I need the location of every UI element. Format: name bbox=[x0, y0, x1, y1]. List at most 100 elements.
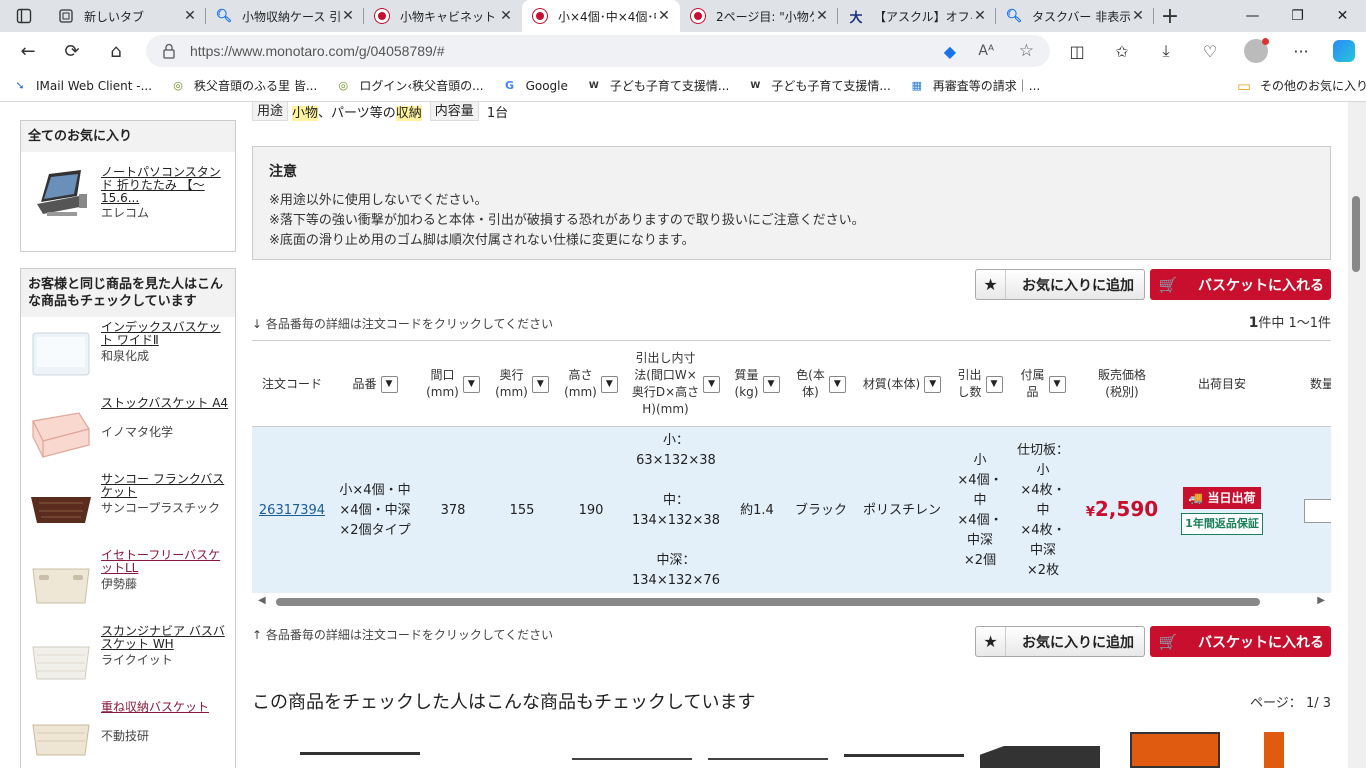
bookmark-4[interactable]: G Google bbox=[502, 78, 568, 94]
recommend-product-image-2[interactable] bbox=[572, 758, 692, 768]
product-name-link[interactable]: スカンジナビア バスバスケット WH bbox=[101, 625, 229, 651]
tab-close-icon[interactable]: ✕ bbox=[814, 8, 830, 24]
product-maker: ライクイット bbox=[101, 653, 173, 667]
recommend-product-image-1[interactable] bbox=[300, 752, 420, 768]
back-button[interactable]: ← bbox=[8, 35, 48, 67]
tab-close-icon[interactable]: ✕ bbox=[1130, 8, 1146, 24]
also-viewed-product[interactable]: イセトーフリーバスケットLL 伊勢藤 bbox=[21, 545, 235, 621]
filter-dropdown-icon[interactable]: ▼ bbox=[531, 375, 549, 393]
product-name-link[interactable]: インデックスバスケット ワイドⅡ bbox=[101, 321, 229, 347]
tab-close-icon[interactable]: ✕ bbox=[182, 8, 198, 24]
filter-dropdown-icon[interactable]: ▼ bbox=[703, 375, 721, 393]
profile-avatar[interactable] bbox=[1238, 35, 1274, 67]
product-name-link[interactable]: サンコー フランクバスケット bbox=[101, 473, 229, 499]
page-scrollbar-thumb[interactable] bbox=[1352, 196, 1360, 272]
tab-close-icon[interactable]: ✕ bbox=[340, 8, 356, 24]
tab-close-icon[interactable]: ✕ bbox=[656, 8, 672, 24]
close-window-button[interactable]: ✕ bbox=[1320, 0, 1365, 32]
downloads-button[interactable]: ⤓ bbox=[1148, 35, 1184, 67]
bookmark-3[interactable]: ◎ ログイン‹秩父音頭の... bbox=[335, 77, 484, 94]
add-favorite-button-top[interactable]: ★ お気に入りに追加 bbox=[975, 269, 1145, 300]
product-name-link[interactable]: イセトーフリーバスケットLL bbox=[101, 549, 229, 575]
tab-close-icon[interactable]: ✕ bbox=[498, 8, 514, 24]
bookmark-6[interactable]: W 子ども子育て支援情... bbox=[747, 77, 890, 94]
home-button[interactable]: ⌂ bbox=[96, 35, 136, 67]
scroll-right-arrow[interactable]: ▶ bbox=[1317, 595, 1325, 606]
tab-3[interactable]: 小物キャビネット ア✕ bbox=[364, 0, 522, 32]
filter-dropdown-icon[interactable]: ▼ bbox=[462, 375, 480, 393]
also-viewed-product[interactable]: 重ね収納バスケット 不動技研 bbox=[21, 697, 235, 768]
coupon-tag-icon[interactable]: ◆ bbox=[944, 42, 956, 61]
address-bar[interactable]: https://www.monotaro.com/g/04058789/# ◆ … bbox=[146, 35, 1050, 67]
tab-close-icon[interactable]: ✕ bbox=[972, 8, 988, 24]
scrollbar-thumb[interactable] bbox=[276, 598, 1260, 606]
recommend-product-image-6[interactable] bbox=[1130, 732, 1220, 768]
filter-dropdown-icon[interactable]: ▼ bbox=[985, 375, 1003, 393]
column-header-label: 付属 品 bbox=[1020, 368, 1045, 399]
product-name-link[interactable]: ストックバスケット A4 bbox=[101, 397, 229, 410]
product-thumbnail-image bbox=[31, 497, 91, 523]
bookmark-7[interactable]: ▦ 再審査等の請求｜... bbox=[909, 77, 1041, 94]
filter-dropdown-icon[interactable]: ▼ bbox=[600, 375, 618, 393]
split-screen-button[interactable]: ◫ bbox=[1059, 35, 1095, 67]
column-header: 材質(本体) ▼ bbox=[856, 341, 948, 427]
also-viewed-product[interactable]: インデックスバスケット ワイドⅡ 和泉化成 bbox=[21, 317, 235, 393]
filter-dropdown-icon[interactable]: ▼ bbox=[924, 375, 942, 393]
add-to-basket-button-bottom[interactable]: 🛒 バスケットに入れる bbox=[1150, 626, 1331, 657]
bookmark-label: IMail Web Client -... bbox=[36, 78, 153, 93]
filter-dropdown-icon[interactable]: ▼ bbox=[380, 375, 398, 393]
scroll-left-arrow[interactable]: ◀ bbox=[258, 595, 266, 606]
tab-actions-menu-button[interactable] bbox=[0, 0, 48, 32]
new-tab-button[interactable]: + bbox=[1154, 0, 1186, 32]
add-favorite-button-bottom[interactable]: ★ お気に入りに追加 bbox=[975, 626, 1145, 657]
tab-2[interactable]: 🔍︎ 小物収納ケース 引出✕ bbox=[206, 0, 364, 32]
tab-title: 2ページ目: "小物ケー bbox=[716, 9, 814, 24]
bookmark-5[interactable]: W 子ども子育て支援情... bbox=[586, 77, 729, 94]
recommend-product-image-4[interactable] bbox=[844, 754, 964, 768]
order-code-link[interactable]: 26317394 bbox=[259, 501, 325, 521]
also-viewed-product[interactable]: ストックバスケット A4 イノマタ化学 bbox=[21, 393, 235, 469]
return-warranty-badge: 1年間返品保証 bbox=[1181, 512, 1263, 535]
other-bookmarks-folder[interactable]: ▭ その他のお気に入り bbox=[1236, 76, 1366, 95]
monotaro-icon bbox=[690, 8, 706, 24]
recommend-product-image-3[interactable] bbox=[708, 758, 828, 768]
restore-button[interactable]: ❐ bbox=[1275, 0, 1320, 32]
recommend-product-image-7[interactable] bbox=[1264, 732, 1284, 768]
tab-4[interactable]: 小×4個･中×4個･中 ✕ bbox=[522, 0, 680, 32]
product-thumbnail-image bbox=[32, 332, 90, 376]
tab-1[interactable]: 新しいタブ ✕ bbox=[48, 0, 206, 32]
favorite-product-name[interactable]: ノートパソコンスタンド 折りたたみ 【～15.6... bbox=[101, 166, 229, 205]
more-menu-button[interactable]: ··· bbox=[1283, 35, 1319, 67]
also-viewed-product[interactable]: スカンジナビア バスバスケット WH ライクイット bbox=[21, 621, 235, 697]
table-horizontal-scrollbar[interactable]: ◀ ▶ bbox=[252, 593, 1331, 611]
quantity-input[interactable] bbox=[1304, 498, 1331, 523]
folder-icon: ▭ bbox=[1236, 76, 1252, 95]
also-viewed-product[interactable]: サンコー フランクバスケット サンコープラスチック bbox=[21, 469, 235, 545]
page-vertical-scrollbar[interactable] bbox=[1348, 102, 1366, 768]
copilot-button[interactable] bbox=[1326, 35, 1362, 67]
order-code-hint-top: ↓ 各品番毎の詳細は注文コードをクリックしてください bbox=[252, 317, 554, 331]
tab-7[interactable]: 🔍︎ タスクバー 非表示 - ✕ bbox=[996, 0, 1154, 32]
filter-dropdown-icon[interactable]: ▼ bbox=[762, 375, 780, 393]
globe-icon: ◎ bbox=[173, 79, 183, 92]
recommend-product-image-5[interactable] bbox=[980, 746, 1100, 768]
same-day-ship-badge: 🚚 当日出荷 bbox=[1183, 486, 1261, 509]
tab-5[interactable]: 2ページ目: "小物ケー✕ bbox=[680, 0, 838, 32]
minimize-button[interactable]: — bbox=[1230, 0, 1275, 32]
filter-dropdown-icon[interactable]: ▼ bbox=[1048, 375, 1066, 393]
column-header-label: 引出し内寸 法(間口W× 奥行D×高さ H)(mm) bbox=[631, 351, 700, 416]
bookmark-label: ログイン‹秩父音頭の... bbox=[359, 79, 484, 93]
favorite-product[interactable]: ノートパソコンスタンド 折りたたみ 【～15.6... エレコム bbox=[21, 162, 235, 238]
tab-6[interactable]: 大【アスクル】オフィス用✕ bbox=[838, 0, 996, 32]
favorites-button[interactable]: ✩ bbox=[1104, 35, 1140, 67]
refresh-button[interactable]: ⟳ bbox=[52, 35, 92, 67]
performance-button[interactable]: ♡ bbox=[1192, 35, 1228, 67]
bookmark-1[interactable]: ➘ IMail Web Client -... bbox=[12, 78, 152, 94]
favorite-star-icon[interactable]: ☆ bbox=[1019, 41, 1034, 61]
read-aloud-icon[interactable]: Aᴬ bbox=[978, 43, 994, 59]
filter-dropdown-icon[interactable]: ▼ bbox=[828, 375, 846, 393]
product-name-link[interactable]: 重ね収納バスケット bbox=[101, 701, 229, 714]
bookmark-2[interactable]: ◎ 秩父音頭のふる里 皆... bbox=[170, 77, 317, 94]
add-to-basket-button-top[interactable]: 🛒 バスケットに入れる bbox=[1150, 269, 1331, 300]
column-header-label: 注文コード bbox=[261, 376, 322, 391]
